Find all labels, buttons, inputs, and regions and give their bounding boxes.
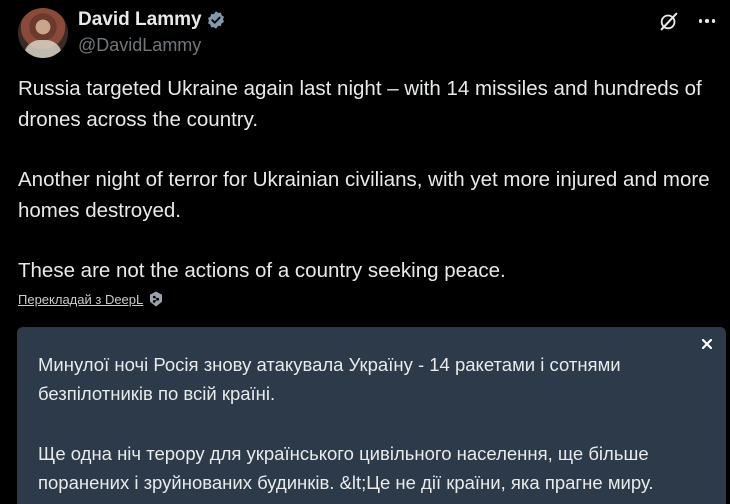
translation-text: Минулої ночі Росія знову атакувала Украї… — [38, 351, 698, 497]
translation-paragraph: Ще одна ніч терору для українського циві… — [38, 443, 654, 493]
tweet-paragraph: Another night of terror for Ukrainian ci… — [18, 168, 710, 222]
author-display-name[interactable]: David Lammy — [78, 9, 202, 31]
verified-badge-icon — [207, 11, 224, 29]
author-handle[interactable]: @DavidLammy — [78, 35, 201, 56]
author-name-row: David Lammy — [78, 9, 226, 31]
tweet-paragraph: These are not the actions of a country s… — [18, 259, 506, 282]
deepl-icon — [150, 291, 163, 307]
tweet-header: David Lammy @DavidLammy — [18, 8, 718, 60]
avatar[interactable] — [18, 8, 68, 58]
translate-link-label[interactable]: Перекладай з DeepL — [18, 292, 143, 307]
tweet-text: Russia targeted Ukraine again last night… — [18, 74, 722, 287]
more-options-icon[interactable] — [696, 12, 718, 30]
grok-icon[interactable] — [658, 10, 680, 32]
translation-paragraph: Минулої ночі Росія знову атакувала Украї… — [38, 354, 621, 404]
translate-with-deepl-link[interactable]: Перекладай з DeepL — [18, 291, 163, 307]
tweet-paragraph: Russia targeted Ukraine again last night… — [18, 77, 702, 131]
translation-panel: Минулої ночі Росія знову атакувала Украї… — [17, 327, 726, 504]
close-icon[interactable] — [698, 335, 716, 353]
